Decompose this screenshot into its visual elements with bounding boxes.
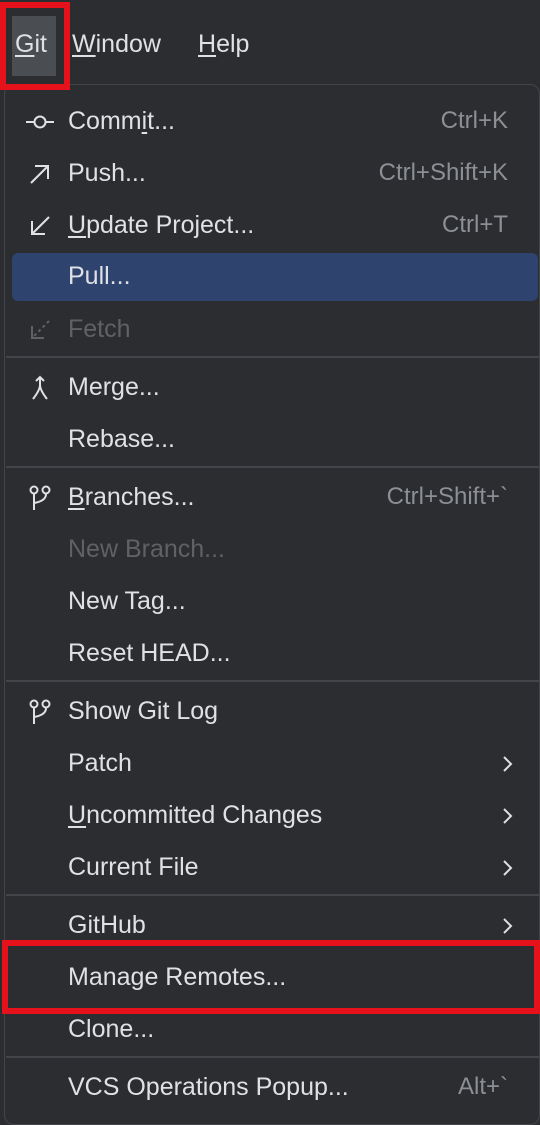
menu-item-pull[interactable]: Pull... — [0, 253, 540, 305]
menu-item-fetch: Fetch — [0, 304, 540, 356]
menu-item-new-tag[interactable]: New Tag... — [0, 576, 540, 628]
menu-item-update-project[interactable]: Update Project... Ctrl+T — [0, 200, 540, 252]
branch-icon — [29, 485, 51, 510]
mnemonic: H — [198, 30, 217, 58]
menu-item-vcs-operations-popup[interactable]: VCS Operations Popup... Alt+` — [0, 1062, 540, 1114]
menu-item-patch[interactable]: Patch — [0, 738, 540, 790]
fetch-icon — [31, 320, 50, 339]
highlight-box-manage-remotes — [2, 940, 540, 1014]
separator — [6, 356, 540, 358]
shortcut-label: Ctrl+Shift+` — [386, 483, 508, 510]
separator — [6, 1056, 540, 1058]
menu-item-label: Merge... — [68, 373, 160, 401]
menu-item-label: Show Git Log — [68, 697, 219, 725]
chevron-right-icon — [503, 918, 513, 934]
menu-item-label: New Branch... — [68, 535, 226, 563]
menu-item-label: New Tag... — [68, 587, 186, 615]
menu-item-reset-head[interactable]: Reset HEAD... — [0, 628, 540, 680]
separator — [6, 466, 540, 468]
menu-item-uncommitted-changes[interactable]: Uncommitted Changes — [0, 790, 540, 842]
menu-item-show-git-log[interactable]: Show Git Log — [0, 686, 540, 738]
menu-item-new-branch: New Branch... — [0, 524, 540, 576]
menu-item-current-file[interactable]: Current File — [0, 842, 540, 894]
menu-help-label: elp — [216, 30, 250, 58]
menu-item-commit[interactable]: Commit... Ctrl+K — [0, 96, 540, 148]
chevron-right-icon — [503, 756, 513, 772]
menu-item-label: Rebase... — [68, 425, 176, 453]
shortcut-label: Ctrl+Shift+K — [378, 159, 508, 186]
shortcut-label: Alt+` — [457, 1073, 508, 1100]
menu-item-label: Current File — [68, 853, 199, 881]
branch-icon — [29, 699, 51, 724]
menu-item-rebase[interactable]: Rebase... — [0, 414, 540, 466]
separator — [6, 680, 540, 682]
menu-item-label: Uncommitted Changes — [68, 801, 323, 829]
menu-window-label: indow — [95, 30, 161, 58]
highlight-box-git — [0, 2, 70, 90]
chevron-right-icon — [503, 860, 513, 876]
menu-item-merge[interactable]: Merge... — [0, 362, 540, 414]
commit-icon — [26, 115, 54, 129]
menu-bar: Git Window Help — [0, 0, 540, 86]
menu-item-branches[interactable]: Branches... Ctrl+Shift+` — [0, 472, 540, 524]
chevron-right-icon — [503, 808, 513, 824]
shortcut-label: Ctrl+K — [440, 107, 508, 134]
menu-window[interactable]: Window — [72, 28, 161, 60]
menu-item-label: Reset HEAD... — [68, 639, 231, 667]
menu-item-push[interactable]: Push... Ctrl+Shift+K — [0, 148, 540, 200]
menu-item-label: Branches... — [68, 483, 195, 511]
menu-item-label: GitHub — [68, 911, 146, 939]
menu-item-label: Push... — [68, 159, 146, 187]
separator — [6, 894, 540, 896]
menu-help[interactable]: Help — [198, 28, 249, 60]
menu-item-label: Commit... — [68, 107, 175, 135]
menu-item-label: VCS Operations Popup... — [68, 1073, 349, 1101]
mnemonic: W — [72, 30, 96, 58]
push-arrow-icon — [30, 165, 49, 184]
menu-item-label: Fetch — [68, 315, 131, 343]
menu-item-label: Pull... — [68, 262, 131, 290]
shortcut-label: Ctrl+T — [442, 211, 508, 238]
menu-item-label: Clone... — [68, 1015, 155, 1043]
menu-item-label: Update Project... — [68, 211, 255, 239]
merge-icon — [32, 375, 48, 400]
update-arrow-icon — [31, 216, 50, 235]
menu-item-label: Patch — [68, 749, 132, 777]
